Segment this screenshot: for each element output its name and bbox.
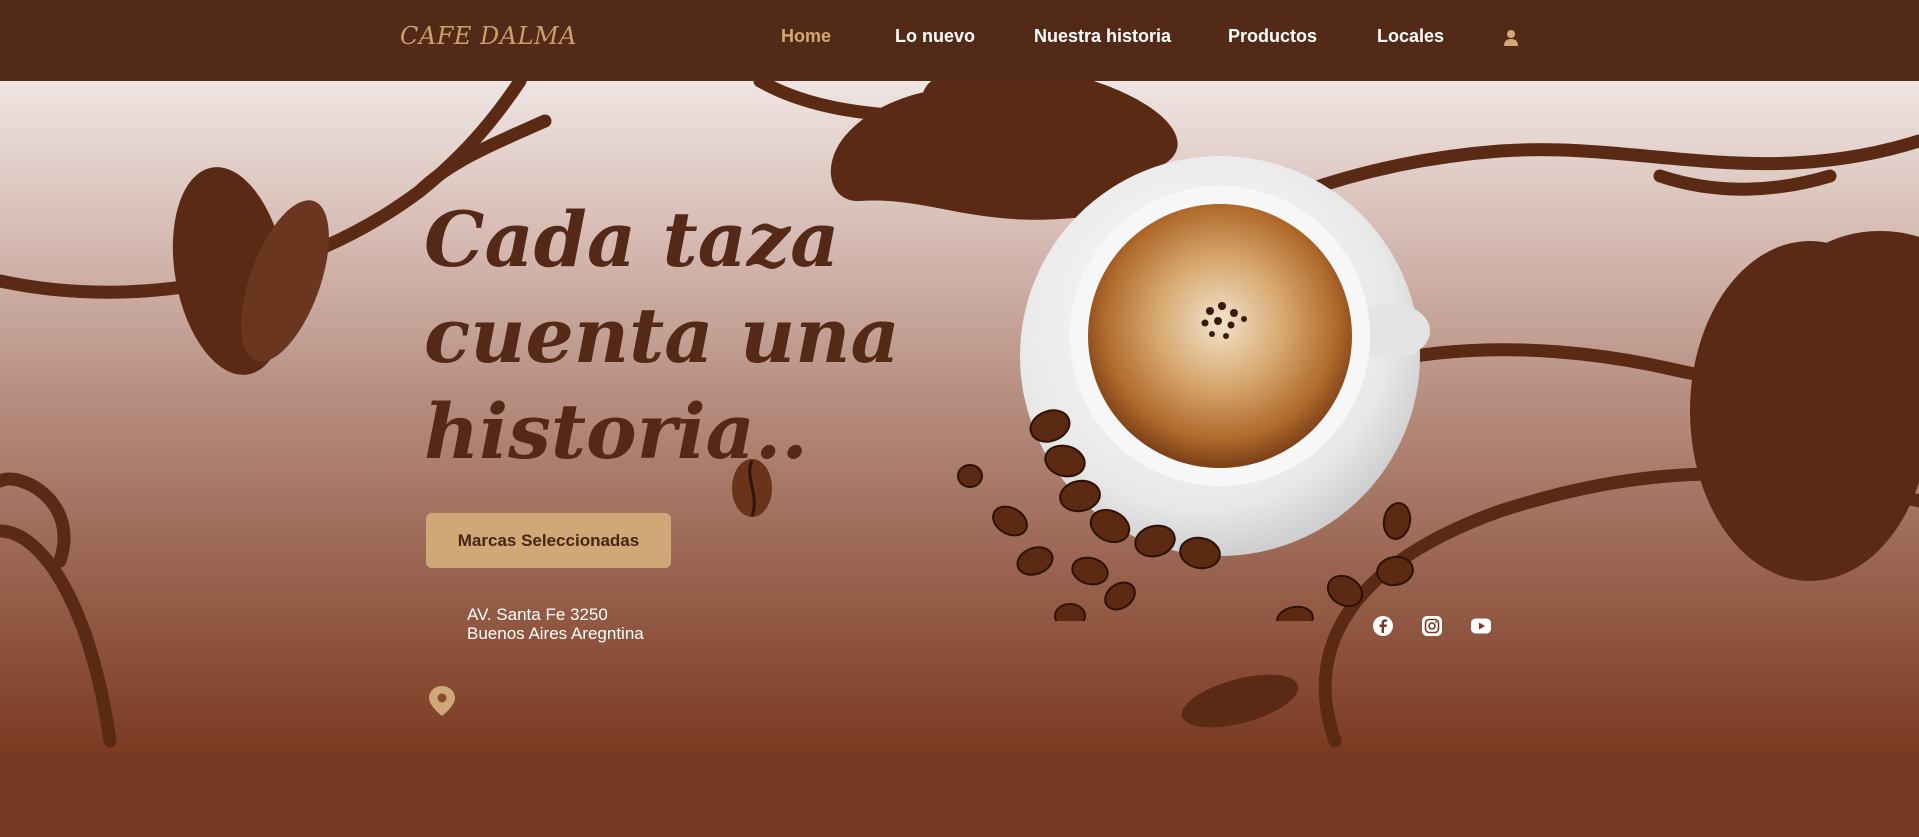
instagram-link[interactable]: [1421, 615, 1443, 637]
nav-item-home[interactable]: Home: [781, 26, 831, 47]
marcas-seleccionadas-button[interactable]: Marcas Seleccionadas: [426, 513, 671, 568]
youtube-link[interactable]: [1470, 615, 1492, 637]
footer-strip: [0, 756, 1919, 837]
hero-headline-line-2: cuenta una: [424, 291, 900, 380]
address-line-1: AV. Santa Fe 3250: [467, 605, 608, 624]
hero-section: Cada taza cuenta una historia.. Marcas S…: [0, 81, 1919, 756]
map-pin-icon: [429, 686, 455, 716]
brand-logo[interactable]: CAFE DALMA: [400, 22, 577, 50]
instagram-icon: [1422, 616, 1442, 636]
coffee-cup-image: [957, 156, 1430, 621]
user-account-button[interactable]: [1502, 28, 1520, 48]
coffee-bean-icon: [732, 459, 772, 517]
address-line-2: Buenos Aires Aregntina: [467, 624, 644, 643]
nav-item-nuestra-historia[interactable]: Nuestra historia: [1034, 26, 1171, 47]
facebook-link[interactable]: [1372, 615, 1394, 637]
hero-headline-line-3: historia..: [424, 387, 808, 476]
hero-headline-line-1: Cada taza: [424, 195, 840, 284]
youtube-icon: [1471, 618, 1491, 634]
top-navbar: CAFE DALMA Home Lo nuevo Nuestra histori…: [0, 0, 1919, 81]
nav-item-productos[interactable]: Productos: [1228, 26, 1317, 47]
nav-item-lo-nuevo[interactable]: Lo nuevo: [895, 26, 975, 47]
facebook-icon: [1373, 616, 1393, 636]
user-icon: [1504, 30, 1518, 46]
nav-item-locales[interactable]: Locales: [1377, 26, 1444, 47]
